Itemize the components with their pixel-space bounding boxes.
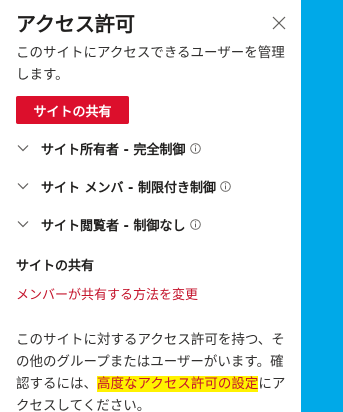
background-side-strip <box>301 0 343 412</box>
group-site-owners[interactable]: サイト所有者 - 完全制御 <box>16 137 201 159</box>
chevron-down-icon <box>16 179 30 193</box>
group-site-visitors[interactable]: サイト閲覧者 - 制御なし <box>16 213 201 235</box>
chevron-down-icon <box>16 217 30 231</box>
group-site-members[interactable]: サイト メンバ - 制限付き制御 <box>16 175 232 197</box>
group-label: サイト閲覧者 - 制御なし <box>41 218 186 234</box>
advanced-permissions-text: このサイトに対するアクセス許可を持つ、その他のグループまたはユーザーがいます。確… <box>16 329 292 412</box>
info-icon[interactable] <box>220 180 232 192</box>
close-button[interactable] <box>270 14 288 32</box>
advanced-permissions-link[interactable]: 高度なアクセス許可の設定 <box>97 376 259 392</box>
chevron-down-icon <box>16 141 30 155</box>
panel-description: このサイトにアクセスできるユーザーを管理します。 <box>16 45 285 83</box>
close-icon <box>272 16 286 30</box>
group-label: サイト メンバ - 制限付き制御 <box>41 180 216 196</box>
share-site-button[interactable]: サイトの共有 <box>16 96 129 124</box>
group-label: サイト所有者 - 完全制御 <box>41 142 186 158</box>
info-icon[interactable] <box>189 218 201 230</box>
info-icon[interactable] <box>189 142 201 154</box>
panel-title: アクセス許可 <box>16 12 135 36</box>
permissions-panel: アクセス許可 このサイトにアクセスできるユーザーを管理します。 サイトの共有 サ… <box>0 0 301 412</box>
change-sharing-link[interactable]: メンバーが共有する方法を変更 <box>16 284 198 303</box>
site-sharing-heading: サイトの共有 <box>16 259 95 274</box>
